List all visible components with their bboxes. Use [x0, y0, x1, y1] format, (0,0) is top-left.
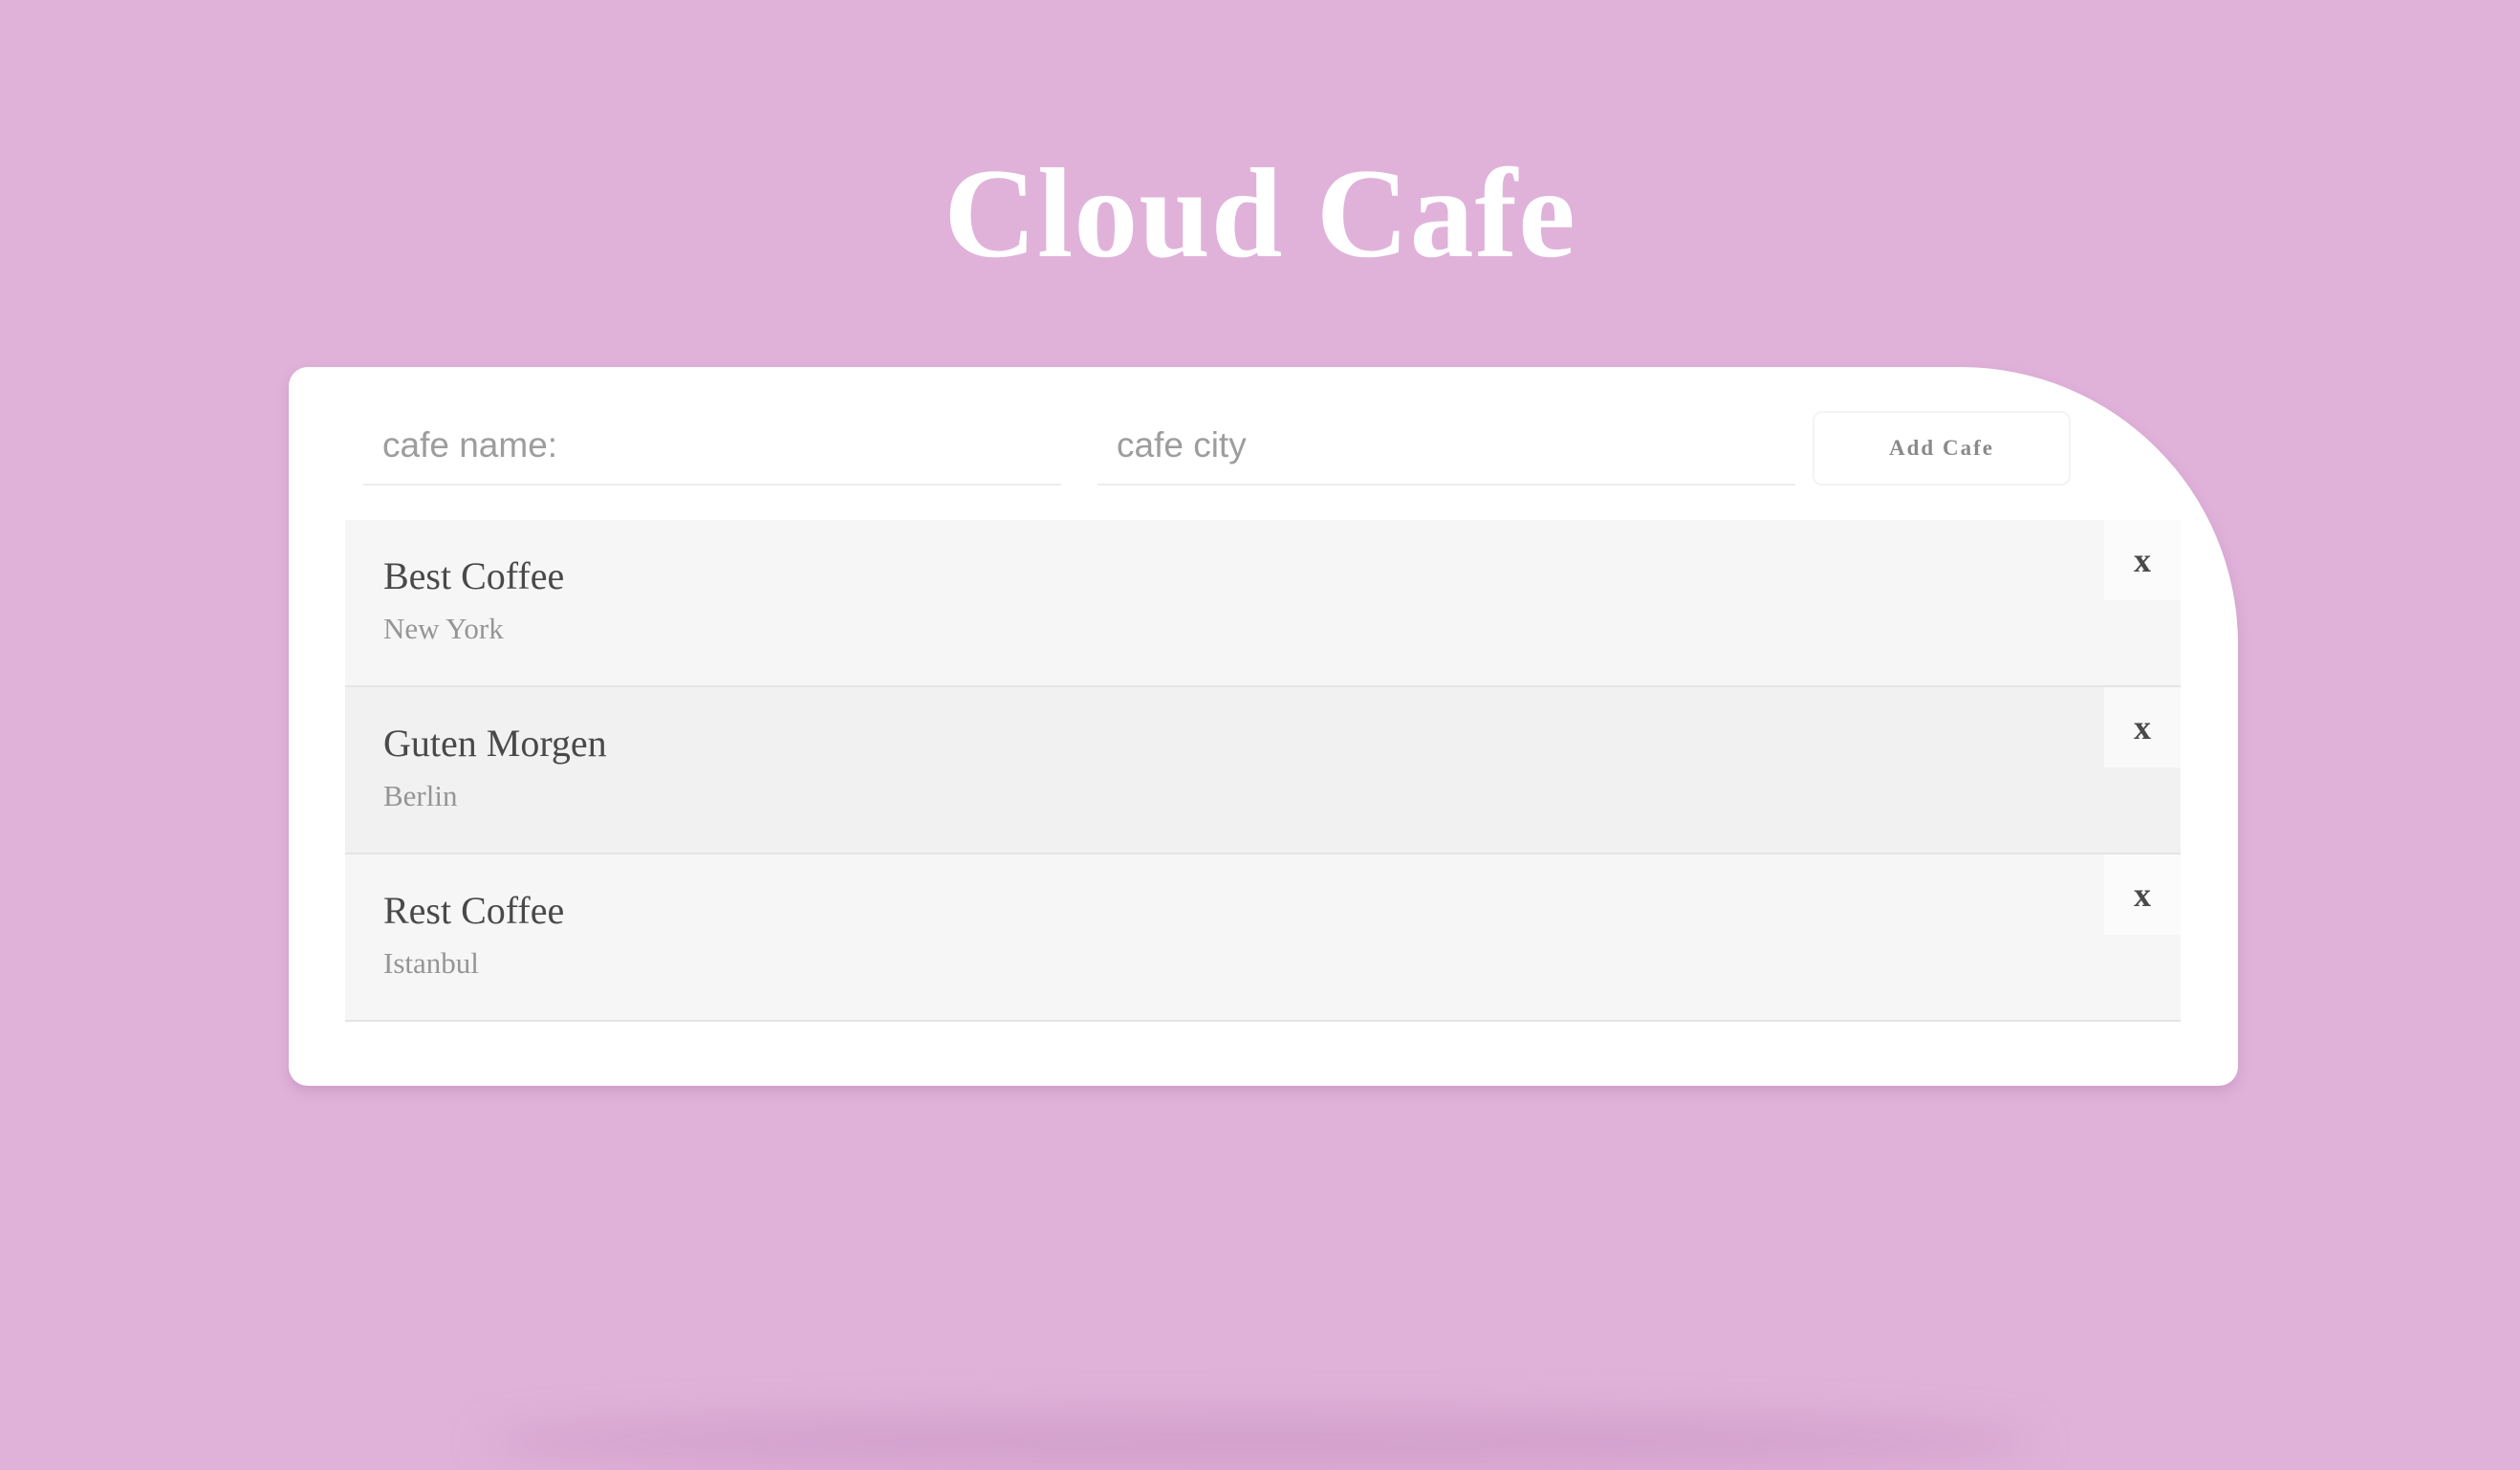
delete-cafe-button[interactable]: x — [2104, 520, 2181, 600]
cafe-name: Guten Morgen — [383, 722, 607, 765]
cafe-name: Rest Coffee — [383, 889, 565, 932]
add-cafe-button[interactable]: Add Cafe — [1813, 411, 2071, 486]
page-title: Cloud Cafe — [944, 142, 1576, 284]
cafe-list-item: Best Coffee New York x — [345, 520, 2181, 687]
cafe-list-item: Rest Coffee Istanbul x — [345, 854, 2181, 1022]
cafe-city: Berlin — [383, 779, 458, 812]
cafe-list: Best Coffee New York x Guten Morgen Berl… — [345, 520, 2181, 1022]
delete-cafe-button[interactable]: x — [2104, 854, 2181, 935]
cafe-name: Best Coffee — [383, 554, 565, 597]
cafe-city: New York — [383, 612, 504, 645]
cafe-city: Istanbul — [383, 946, 479, 980]
cafe-card: Add Cafe Best Coffee New York x Guten Mo… — [289, 367, 2238, 1086]
cafe-name-input[interactable] — [363, 407, 1061, 486]
delete-cafe-button[interactable]: x — [2104, 687, 2181, 767]
page-bottom-shadow — [478, 1413, 2042, 1470]
cafe-list-item: Guten Morgen Berlin x — [345, 687, 2181, 854]
cafe-city-input[interactable] — [1097, 407, 1795, 486]
